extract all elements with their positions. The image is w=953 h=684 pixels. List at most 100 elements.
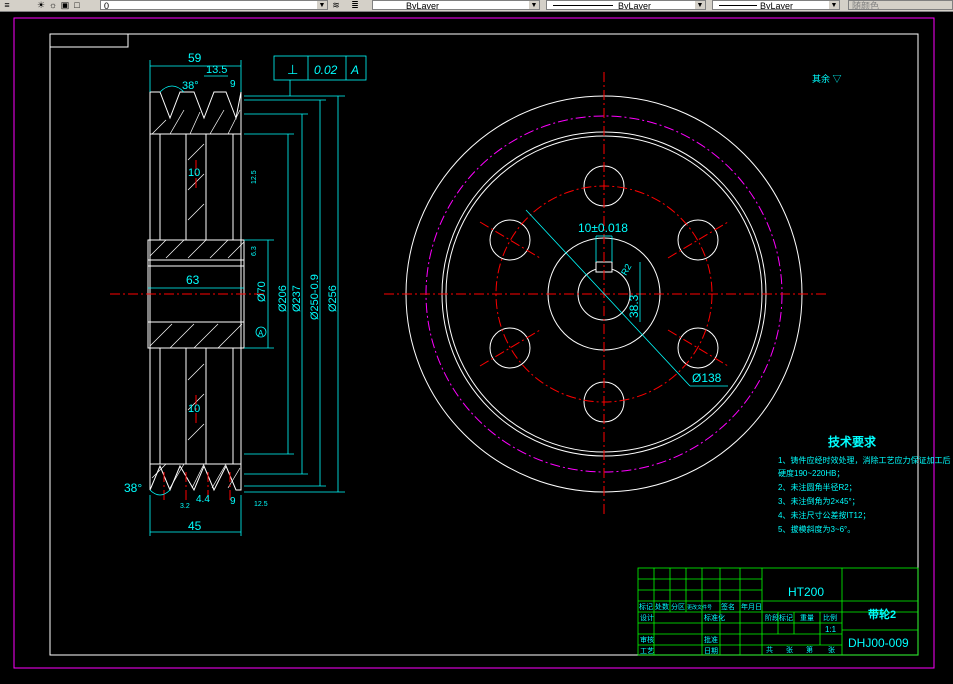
hatch-line — [209, 239, 229, 259]
tb-label: 处数 — [655, 602, 669, 611]
roughness-note: 其余 ▽ — [812, 73, 842, 84]
section-view: 59 13.5 9 38° 38° 63 10 10 45 4.4 9 Ø70 … — [110, 51, 367, 536]
dim-9-top: 9 — [230, 79, 236, 90]
tb-label: 比例 — [823, 613, 837, 622]
roughness-3-2: 3.2 — [180, 503, 190, 510]
tb-part-name: 带轮2 — [868, 607, 896, 621]
dim-13-5: 13.5 — [206, 64, 227, 76]
hatch-line — [191, 463, 205, 489]
hatch-line — [217, 323, 243, 349]
hatch-line — [211, 463, 227, 489]
lineweight-combo[interactable]: ByLayer ▼ — [712, 0, 840, 10]
tb-label: 批准 — [704, 635, 718, 644]
dim-9-bottom: 9 — [230, 496, 236, 507]
dim-59: 59 — [188, 51, 202, 65]
dim-keyway: 10±0.018 — [578, 221, 628, 235]
hatch-line — [151, 119, 167, 135]
tb-label: 分区 — [671, 602, 685, 611]
hatch-line — [149, 323, 173, 347]
layer-previous-icon[interactable]: ≋ — [331, 0, 341, 10]
tb-label: 工艺 — [640, 647, 654, 655]
layer-manager-icon[interactable]: ≡ — [2, 0, 12, 10]
dim-d70: Ø70 — [256, 281, 268, 302]
layer-states-icon[interactable]: ≣ — [350, 0, 360, 10]
tb-label: 张 — [828, 645, 835, 654]
rim-top-outline — [149, 91, 242, 135]
dim-web-top: 10 — [188, 167, 200, 179]
tb-label: 标准化 — [704, 613, 725, 622]
linetype-combo-value: ByLayer — [618, 1, 652, 10]
hatch-line — [187, 423, 205, 441]
requirement-item: 4、未注尺寸公差按IT12； — [778, 510, 870, 520]
sun-icon[interactable]: ☼ — [48, 0, 58, 10]
tb-material: HT200 — [788, 585, 824, 599]
hatch-line — [227, 241, 245, 259]
bulb-icon[interactable]: ☀ — [36, 0, 46, 10]
hatch-line — [169, 323, 195, 349]
linetype-combo[interactable]: ByLayer ▼ — [546, 0, 706, 10]
color-square-icon[interactable]: □ — [72, 0, 82, 10]
tb-scale: 1:1 — [825, 625, 837, 634]
dim-d256: Ø256 — [327, 285, 339, 312]
requirements-title: 技术要求 — [828, 434, 877, 449]
plotstyle-combo[interactable]: 随颜色 — [848, 0, 953, 10]
hatch-line — [189, 111, 201, 135]
tb-label: 重量 — [800, 614, 814, 622]
dim-d138: Ø138 — [692, 371, 722, 385]
tb-label: 设计 — [640, 613, 654, 622]
tb-label: 共 — [766, 645, 773, 654]
hatch-line — [209, 109, 225, 135]
tb-drawing-number: DHJ00-009 — [848, 636, 909, 650]
title-block: 标记 处数 分区 更改文件号 签名 年月日 设计 审核 工艺 标准化 批准 日期… — [637, 567, 919, 656]
chevron-down-icon[interactable]: ▼ — [317, 1, 327, 9]
drawing-svg: 59 13.5 9 38° 38° 63 10 10 45 4.4 9 Ø70 … — [13, 17, 950, 669]
hatch-line — [193, 323, 219, 349]
tb-label: 签名 — [721, 602, 735, 611]
dim-45: 45 — [188, 519, 202, 533]
hatch-line — [165, 239, 185, 259]
code-box — [49, 33, 129, 48]
tolerance-datum: A — [350, 63, 359, 77]
color-combo-value: ByLayer — [406, 1, 440, 10]
dim-web-bottom: 10 — [188, 403, 200, 415]
technical-requirements: 技术要求 1、铸件应经时效处理，消除工艺应力保证加工后 硬度190~220HB；… — [778, 434, 950, 534]
hole-axis — [479, 329, 541, 367]
hatch-line — [187, 363, 205, 381]
hole-axis — [479, 221, 541, 259]
hatch-line — [149, 239, 167, 257]
requirement-item: 1、铸件应经时效处理，消除工艺应力保证加工后 — [778, 455, 950, 465]
chevron-down-icon[interactable]: ▼ — [829, 1, 839, 9]
angle-arc-top — [159, 85, 185, 93]
dim-38-bottom: 38° — [124, 481, 142, 495]
chevron-down-icon[interactable]: ▼ — [695, 1, 705, 9]
tb-label: 更改文件号 — [687, 604, 712, 611]
web-hole-lower-left — [489, 327, 531, 369]
dim-bore: 38.3 — [627, 294, 641, 318]
front-view: 10±0.018 38.3 R2 Ø138 — [384, 72, 826, 516]
plotstyle-combo-value: 随颜色 — [852, 1, 880, 10]
tb-label: 标记 — [639, 602, 653, 611]
dim-4-4: 4.4 — [196, 494, 210, 505]
tb-label: 年月日 — [741, 602, 762, 611]
color-combo[interactable]: ByLayer ▼ — [372, 0, 540, 10]
chevron-down-icon[interactable]: ▼ — [529, 1, 539, 9]
tolerance-value: 0.02 — [314, 63, 338, 77]
dim-d237: Ø237 — [291, 285, 303, 312]
requirement-item: 3、未注倒角为2×45°； — [778, 496, 860, 506]
tb-label: 第 — [806, 645, 813, 654]
layer-combo[interactable]: 0 ▼ — [100, 0, 328, 10]
hatch-line — [187, 203, 205, 221]
lock-icon[interactable]: ▣ — [60, 0, 70, 10]
hatch-line — [169, 463, 185, 489]
drawing-frame — [49, 33, 919, 656]
tb-label: 阶段标记 — [765, 613, 793, 622]
dim-d206: Ø206 — [277, 285, 289, 312]
tb-label: 日期 — [704, 647, 718, 655]
drawing-canvas[interactable]: 59 13.5 9 38° 38° 63 10 10 45 4.4 9 Ø70 … — [0, 12, 953, 679]
tb-label: 审核 — [640, 635, 654, 644]
tolerance-symbol: ⊥ — [287, 62, 298, 77]
roughness-6-3: 6.3 — [251, 246, 258, 256]
dim-d250: Ø250-0.9 — [309, 274, 321, 320]
web-hole-upper-left — [489, 219, 531, 261]
hatch-line — [187, 143, 205, 161]
